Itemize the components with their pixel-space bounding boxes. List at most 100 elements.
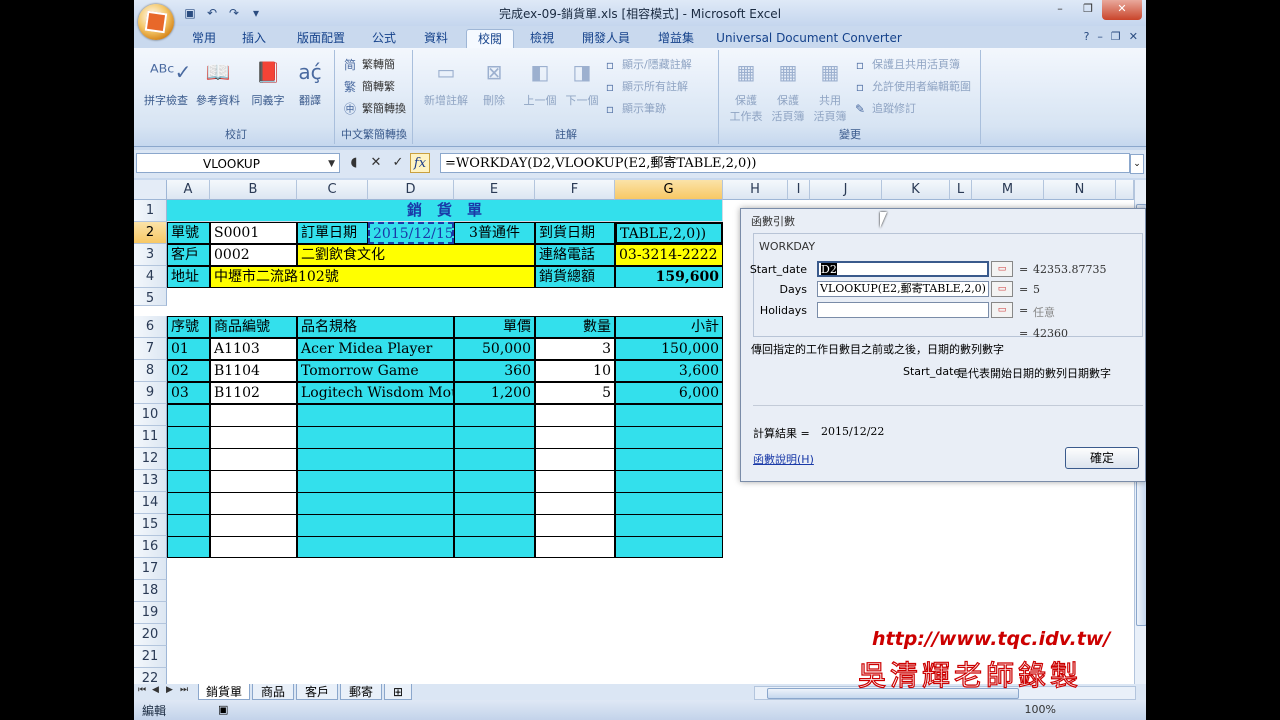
row-header-5[interactable]: 5 [134, 288, 167, 306]
tab-developer[interactable]: 開發人員 [574, 29, 638, 48]
col-header-e[interactable]: E [454, 180, 535, 200]
tab-formulas[interactable]: 公式 [364, 29, 404, 48]
ok-button[interactable]: 確定 [1065, 447, 1139, 469]
help-icon[interactable]: ? [1084, 30, 1090, 43]
next-sheet-icon[interactable]: ▶ [166, 685, 173, 695]
empty-price-block[interactable] [454, 404, 535, 558]
item-seq[interactable]: 01 [167, 338, 210, 360]
col-header-j[interactable]: J [810, 180, 882, 200]
empty-seq-block[interactable] [167, 404, 210, 558]
col-header-d[interactable]: D [368, 180, 454, 200]
collapse-dialog-icon[interactable]: ▭ [991, 302, 1013, 318]
col-header-b[interactable]: B [210, 180, 297, 200]
row-header-22[interactable]: 22 [134, 668, 167, 684]
empty-code-block[interactable] [210, 404, 297, 558]
col-header-g[interactable]: G [615, 180, 723, 200]
minimize-button[interactable]: – [1046, 0, 1074, 20]
cell-f4[interactable]: 銷貨總額 [535, 266, 615, 288]
item-price[interactable]: 50,000 [454, 338, 535, 360]
row-header-2[interactable]: 2 [134, 222, 167, 244]
header-name[interactable]: 品名規格 [297, 316, 454, 338]
row-header-17[interactable]: 17 [134, 558, 167, 580]
function-help-link[interactable]: 函數說明(H) [753, 451, 814, 467]
header-qty[interactable]: 數量 [535, 316, 615, 338]
cell-b4[interactable]: 中壢市二流路102號 [210, 266, 535, 288]
row-header-15[interactable]: 15 [134, 514, 167, 536]
arg-input-days[interactable]: VLOOKUP(E2,郵寄TABLE,2,0) [817, 281, 989, 297]
formula-options-icon[interactable]: ◖ [344, 153, 364, 173]
header-seq[interactable]: 序號 [167, 316, 210, 338]
col-header-a[interactable]: A [167, 180, 210, 200]
item-price[interactable]: 360 [454, 360, 535, 382]
expand-formula-icon[interactable]: ⌄ [1130, 154, 1144, 174]
chinese-convert-button[interactable]: ㊥繁簡轉換 [342, 100, 406, 118]
item-name[interactable]: Tomorrow Game [297, 360, 454, 382]
row-header-7[interactable]: 7 [134, 338, 167, 360]
row-header-14[interactable]: 14 [134, 492, 167, 514]
header-subtotal[interactable]: 小計 [615, 316, 723, 338]
research-button[interactable]: 📖 參考資料 [192, 56, 244, 108]
row-header-1[interactable]: 1 [134, 200, 167, 222]
row-header-4[interactable]: 4 [134, 266, 167, 288]
show-all-comments-button[interactable]: ▫ 顯示所有註解 [602, 78, 688, 96]
row-header-19[interactable]: 19 [134, 602, 167, 624]
cell-d2[interactable]: 2015/12/15 [368, 222, 454, 244]
row-header-21[interactable]: 21 [134, 646, 167, 668]
enter-formula-icon[interactable]: ✓ [388, 153, 408, 173]
tab-page-layout[interactable]: 版面配置 [286, 29, 356, 48]
ribbon-restore-icon[interactable]: ❐ [1111, 30, 1121, 43]
insert-function-icon[interactable]: fx [410, 153, 430, 173]
item-qty[interactable]: 5 [535, 382, 615, 404]
collapse-dialog-icon[interactable]: ▭ [991, 281, 1013, 297]
tab-insert[interactable]: 插入 [234, 29, 274, 48]
last-sheet-icon[interactable]: ⏭ [180, 685, 188, 695]
cell-g3[interactable]: 03-3214-2222 [615, 244, 723, 266]
allow-edit-ranges-button[interactable]: ▫ 允許使用者編輯範圍 [852, 78, 971, 96]
item-name[interactable]: Acer Midea Player [297, 338, 454, 360]
col-header-f[interactable]: F [535, 180, 615, 200]
tab-data[interactable]: 資料 [416, 29, 456, 48]
cell-c2[interactable]: 訂單日期 [297, 222, 368, 244]
collapse-dialog-icon[interactable]: ▭ [991, 261, 1013, 277]
cell-f3[interactable]: 連絡電話 [535, 244, 615, 266]
cancel-formula-icon[interactable]: ✕ [366, 153, 386, 173]
item-qty[interactable]: 10 [535, 360, 615, 382]
col-header-n[interactable]: N [1044, 180, 1116, 200]
delete-comment-button[interactable]: ⊠ 刪除 [468, 56, 520, 108]
cell-g4[interactable]: 159,600 [615, 266, 723, 288]
row-header-12[interactable]: 12 [134, 448, 167, 470]
item-subtotal[interactable]: 3,600 [615, 360, 723, 382]
insert-sheet-icon[interactable]: ⊞ [384, 684, 412, 700]
tab-view[interactable]: 檢視 [522, 29, 562, 48]
protect-share-button[interactable]: ▫ 保護且共用活頁簿 [852, 56, 960, 74]
cell-b3[interactable]: 0002 [210, 244, 297, 266]
tab-review[interactable]: 校閱 [466, 29, 514, 49]
simp-to-trad-button[interactable]: 繁簡轉繁 [342, 78, 395, 96]
empty-subtotal-block[interactable] [615, 404, 723, 558]
sheet-tab-postal[interactable]: 郵寄 [340, 684, 382, 700]
item-seq[interactable]: 02 [167, 360, 210, 382]
sheet-title-cell[interactable]: 銷 貨 單 [167, 200, 723, 222]
tab-udc[interactable]: Universal Document Converter [714, 29, 904, 48]
item-price[interactable]: 1,200 [454, 382, 535, 404]
tab-addins[interactable]: 增益集 [650, 29, 702, 48]
zoom-level[interactable]: 100% [1025, 703, 1056, 716]
arg-input-start-date[interactable]: D2 [817, 261, 989, 277]
cell-c3[interactable]: 二劉飲食文化 [297, 244, 535, 266]
cell-e2[interactable]: 3普通件 [454, 222, 535, 244]
item-code[interactable]: B1104 [210, 360, 297, 382]
row-header-18[interactable]: 18 [134, 580, 167, 602]
item-name[interactable]: Logitech Wisdom Mouse [297, 382, 454, 404]
office-button[interactable] [138, 4, 174, 40]
col-header-k[interactable]: K [882, 180, 950, 200]
arg-input-holidays[interactable] [817, 302, 989, 318]
row-header-13[interactable]: 13 [134, 470, 167, 492]
translate-button[interactable]: aḉ 翻譯 [284, 56, 336, 108]
cell-a2[interactable]: 單號 [167, 222, 210, 244]
col-header-o[interactable] [1116, 180, 1134, 200]
header-code[interactable]: 商品編號 [210, 316, 297, 338]
show-hide-comment-button[interactable]: ▫ 顯示/隱藏註解 [602, 56, 692, 74]
sheet-tab-customers[interactable]: 客戶 [296, 684, 338, 700]
track-changes-button[interactable]: ✎ 追蹤修訂 [852, 100, 916, 118]
row-header-16[interactable]: 16 [134, 536, 167, 558]
